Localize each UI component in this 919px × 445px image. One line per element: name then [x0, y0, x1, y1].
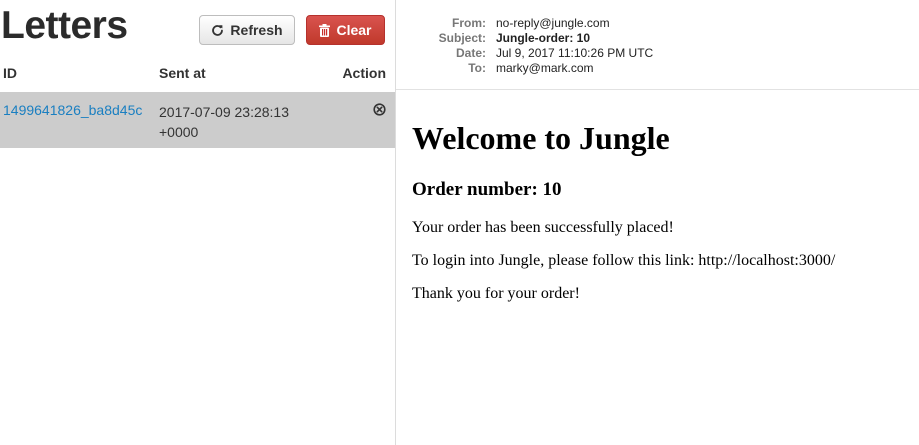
header-to: To: marky@mark.com — [396, 61, 919, 76]
letters-table-header: ID Sent at Action — [0, 62, 395, 84]
email-paragraph: Your order has been successfully placed! — [412, 219, 674, 236]
clear-button[interactable]: Clear — [306, 15, 385, 45]
email-paragraph: Thank you for your order! — [412, 285, 580, 302]
refresh-label: Refresh — [230, 22, 283, 38]
trash-icon — [319, 23, 331, 37]
refresh-icon — [211, 24, 224, 37]
date-value: Jul 9, 2017 11:10:26 PM UTC — [496, 46, 654, 60]
from-value: no-reply@jungle.com — [496, 16, 610, 30]
subject-label: Subject: — [438, 31, 486, 45]
email-paragraph: To login into Jungle, please follow this… — [412, 252, 836, 269]
header-subject: Subject: Jungle-order: 10 — [396, 31, 919, 46]
to-label: To: — [468, 61, 486, 75]
column-header-id: ID — [3, 65, 17, 81]
header-date: Date: Jul 9, 2017 11:10:26 PM UTC — [396, 46, 919, 61]
to-value: marky@mark.com — [496, 61, 594, 75]
letter-opener-app: Letters Refresh Clear ID Sent at Action … — [0, 0, 919, 445]
email-preview-pane: From: no-reply@jungle.com Subject: Jungl… — [396, 0, 919, 445]
order-number: Order number: 10 — [412, 179, 562, 200]
page-title: Letters — [1, 4, 128, 47]
header-from: From: no-reply@jungle.com — [396, 16, 919, 31]
letter-id-link[interactable]: 1499641826_ba8d45c — [3, 102, 142, 118]
column-header-sent-at: Sent at — [159, 65, 206, 81]
table-row[interactable]: 1499641826_ba8d45c 2017-07-09 23:28:13 +… — [0, 92, 395, 148]
refresh-button[interactable]: Refresh — [199, 15, 295, 45]
email-headers: From: no-reply@jungle.com Subject: Jungl… — [396, 16, 919, 76]
remove-circle-icon[interactable] — [373, 103, 386, 116]
letters-pane: Letters Refresh Clear ID Sent at Action … — [0, 0, 395, 445]
subject-value: Jungle-order: 10 — [496, 31, 591, 45]
clear-label: Clear — [336, 22, 372, 38]
headers-divider — [396, 89, 919, 90]
email-body: Welcome to Jungle Order number: 10 Your … — [412, 118, 912, 303]
column-header-action: Action — [342, 65, 386, 81]
from-label: From: — [452, 16, 486, 30]
email-heading: Welcome to Jungle — [412, 120, 670, 156]
date-label: Date: — [455, 46, 486, 60]
letter-sent-at: 2017-07-09 23:28:13 +0000 — [159, 104, 289, 140]
